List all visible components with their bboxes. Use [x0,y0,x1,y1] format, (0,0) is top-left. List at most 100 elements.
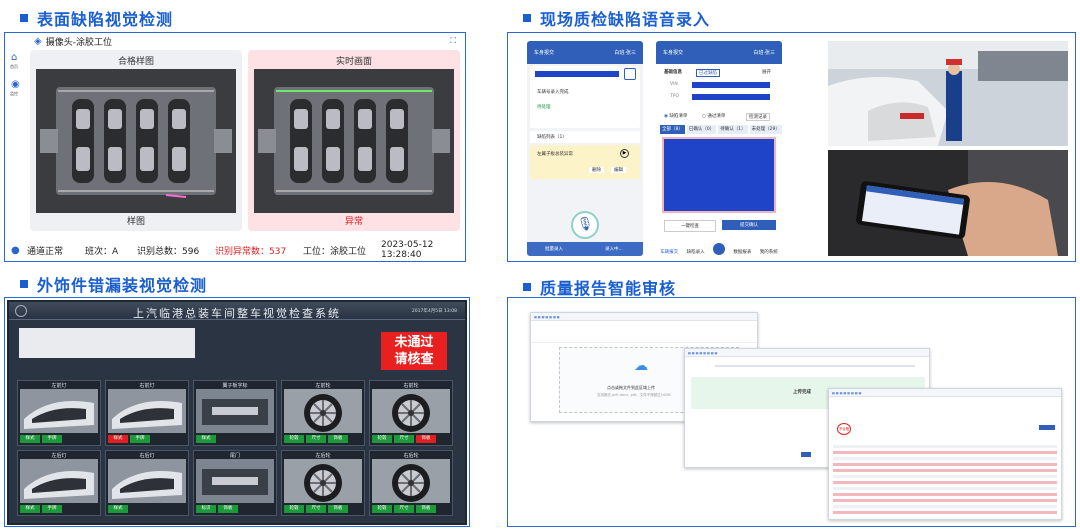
audit-row [833,475,1057,478]
defect-radio[interactable]: ◉ 缺陷清单 [664,113,687,119]
title-bullet-icon [523,283,531,291]
audit-row [833,451,1057,454]
voice-fab-icon[interactable] [712,243,725,255]
ok-tag: 尺寸 [394,505,414,513]
tab-unprocessed[interactable]: 未处理（29） [749,125,782,134]
inspection-cell[interactable]: 左前轮 轮毂 尺寸 饰板 [281,380,365,446]
inspection-cell-name: 右前轮 [403,383,419,389]
quadrant-title-trim: 外饰件错漏装视觉检测 [20,273,207,295]
tab-pending[interactable]: 待确认（1） [718,125,748,134]
status-shift: 班次：A [85,246,119,257]
one-click-check-button[interactable]: 一键检查 [664,220,716,232]
scan-icon[interactable] [624,68,636,80]
status-bar: ● 通道正常 班次：A 识别总数：596 识别异常数：537 工位：涂胶工位 2… [5,240,464,260]
expand-toggle[interactable]: 展开 [762,69,771,75]
submit-confirm-button[interactable]: 提交确认 [722,220,776,230]
phone-screen-1: 车身报交 白班·张三 车辆号录入完成 待处理 缺陷列表（1） 左翼子板总装异常 ▶… [527,41,643,256]
inspection-cell-image [284,389,362,433]
vin-redacted-bar-2 [692,82,770,88]
edit-button[interactable]: 编辑 [611,167,626,173]
next-step-button[interactable] [801,452,811,457]
tpo-label: TPO [670,94,680,99]
home-icon[interactable]: ⌂ [11,52,17,63]
vehicle-done-text: 车辆号录入完成 [537,90,569,95]
delete-button[interactable]: 删除 [589,167,604,173]
audit-row [833,505,1057,508]
audit-result-page: ▦ ▦ ▦ ▦ ▦ ▦ ▦ ▦ 不合格 [828,388,1062,520]
nav-report[interactable]: 数据报表 [733,249,751,255]
upload-page-toolbar: ▦ ▦ ▦ ▦ ▦ ▦ ▦ [531,313,757,321]
inspection-cell-image [196,389,274,433]
live-engine-image [254,69,454,213]
upload-progress-line [715,365,915,367]
inspection-cell-image [108,459,186,503]
audit-result-toolbar: ▦ ▦ ▦ ▦ ▦ ▦ ▦ ▦ [829,389,1061,397]
record-button[interactable]: 检测记录 [746,113,770,121]
inspection-cell-tags: 轮毂 尺寸 饰板 [284,435,348,443]
inspection-cell[interactable]: 左后轮 轮毂 尺寸 饰板 [281,450,365,516]
inspection-cell[interactable]: 翼子板字标 样式 [193,380,277,446]
inspection-cell-image [20,389,98,433]
ok-tag: 样式 [20,505,40,513]
ok-tag: 手牌 [130,435,150,443]
ng-tag: 样式 [108,435,128,443]
upload-done-text: 上传完成 [793,390,811,395]
nav-vehicle[interactable]: 车辆报交 [660,249,678,255]
inspection-cell-tags: 样式 手牌 [20,505,62,513]
live-title: 实时画面 [335,57,372,67]
ok-tag: 饰板 [328,435,348,443]
ok-tag: 轮毂 [284,505,304,513]
audit-row [833,481,1057,484]
status-abnormal: 识别异常数：537 [215,246,287,257]
inspection-cell[interactable]: 右前灯 样式 手牌 [105,380,189,446]
inspection-cell[interactable]: 左后灯样式 手牌 [17,450,101,516]
location-icon[interactable]: ◉ [11,79,20,90]
surface-defect-panel: ◈ 摄像头-涂胶工位 ⛶ ⌂ 首页 ◉ 监控 合格样图 样图 实时画面 异常 ●… [4,32,466,262]
inspection-cell[interactable]: 右后灯 样式 [105,450,189,516]
ok-tag: 尺寸 [306,435,326,443]
inspection-cell-image [196,459,274,503]
tab-all[interactable]: 全部（8） [660,125,685,134]
defect-tag: 已过缺陷 [696,69,720,77]
audit-row [833,493,1057,496]
inspection-cell[interactable]: 右后轮 轮毂 尺寸 饰板 [369,450,453,516]
export-button[interactable] [1039,425,1055,430]
inspection-cell[interactable]: 右前轮轮毂 尺寸 饰板 [369,380,453,446]
upload-hint: 支持格式.pdf,.docx,.pdf，文件不得超过100M [597,393,671,397]
status-station: 工位：涂胶工位 [303,246,367,257]
audit-row [833,469,1057,472]
pass-radio[interactable]: ○ 通过清单 [702,113,725,119]
batch-entry-button[interactable]: 批量录入 [545,246,563,252]
microphone-icon[interactable]: 🎙 [571,211,599,239]
audit-row [833,499,1057,502]
unqualified-badge: 不合格 [837,423,851,435]
vin-redacted-box [19,328,195,358]
inspection-cell[interactable]: 尾门 标识 饰板 [193,450,277,516]
inspection-cell[interactable]: 左前灯 样式 手牌 [17,380,101,446]
play-icon[interactable]: ▶ [620,149,629,158]
title-bullet-icon [20,14,28,22]
nav-defect[interactable]: 缺陷录入 [687,249,705,255]
inspection-cell-name: 左后灯 [51,453,67,459]
inspection-cell-name: 右后灯 [139,453,155,459]
vin-redacted-bar [535,71,619,77]
upload-text: 点击或拖文件到此区域上传 [607,385,655,390]
nav-mine[interactable]: 我的系统 [760,249,778,255]
audit-row [833,487,1057,490]
nav-monitor-label: 监控 [10,91,18,96]
ok-tag: 轮毂 [372,505,392,513]
inspection-cell-tags: 轮毂 尺寸 饰板 [372,435,436,443]
inspection-cell-tags: 轮毂 尺寸 饰板 [372,505,436,513]
fullscreen-icon[interactable]: ⛶ [450,36,456,46]
status-tabs: 全部（8） 已确认（0） 待确认（1） 未处理（29） [660,125,782,134]
pending-text: 待处理 [537,105,551,110]
defect-item-text: 左翼子板总装异常 [537,152,573,157]
trim-vision-panel: 上汽临港总装车间整车视觉检查系统 2017年4月5日 13:08 未通过 请核查… [4,297,470,527]
inspection-cell-image [284,459,362,503]
tablet-hand-photo [828,150,1068,256]
tab-confirmed[interactable]: 已确认（0） [686,125,717,134]
phone1-header: 车身报交 白班·张三 [527,41,643,64]
status-icon: ● [11,244,20,256]
ok-tag: 轮毂 [372,435,392,443]
audit-row [833,463,1057,466]
